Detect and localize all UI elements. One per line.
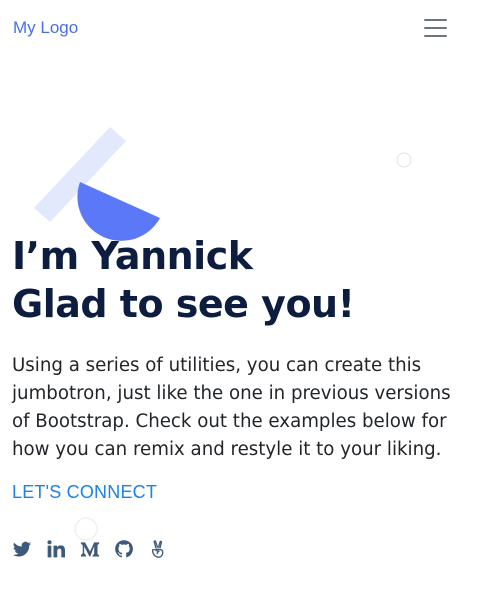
navbar: My Logo (0, 0, 477, 58)
hero-title-line-2: Glad to see you! (12, 282, 355, 326)
brand-logo-link[interactable]: My Logo (13, 18, 78, 38)
decorative-ring (74, 517, 98, 541)
social-link-github[interactable] (114, 538, 134, 560)
navbar-toggle-button[interactable] (418, 14, 452, 42)
hero-lead-text: Using a series of utilities, you can cre… (12, 355, 451, 460)
hamburger-menu-icon (424, 27, 447, 29)
decorative-ring (396, 152, 412, 168)
hamburger-menu-icon (424, 35, 447, 37)
hero-title-line-1: I’m Yannick (12, 234, 253, 278)
lets-connect-link[interactable]: LET'S CONNECT (12, 482, 157, 503)
social-link-medium[interactable] (80, 538, 100, 560)
decorative-stripe (34, 127, 126, 222)
linkedin-icon (47, 540, 65, 558)
twitter-icon (12, 541, 32, 557)
social-link-twitter[interactable] (12, 538, 32, 560)
hamburger-menu-icon (424, 19, 447, 21)
hero-title: I’m Yannick Glad to see you! (12, 232, 472, 328)
social-link-linkedin[interactable] (46, 538, 66, 560)
github-icon (115, 540, 133, 558)
social-links (12, 538, 182, 560)
angellist-icon (151, 540, 164, 558)
medium-icon (80, 542, 100, 557)
social-link-angellist[interactable] (148, 538, 168, 560)
